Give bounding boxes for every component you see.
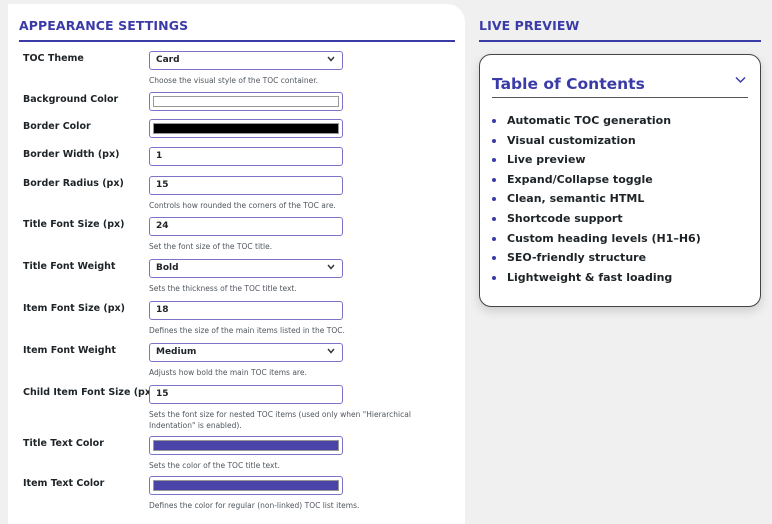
- item-text-color-color-picker[interactable]: [149, 476, 343, 495]
- border-color-color-picker[interactable]: [149, 119, 343, 138]
- bullet-icon: [492, 275, 496, 280]
- chevron-down-icon: [327, 52, 335, 69]
- item-font-weight-select[interactable]: Medium: [149, 343, 343, 362]
- color-swatch: [153, 440, 339, 451]
- toc-item-label: Custom heading levels (H1–H6): [507, 231, 701, 245]
- color-swatch: [153, 123, 339, 134]
- title-font-weight-select[interactable]: Bold: [149, 259, 343, 278]
- preview-divider: [479, 40, 761, 42]
- title-font-size-px-label: Title Font Size (px): [23, 219, 125, 230]
- bullet-icon: [492, 138, 496, 143]
- toc-theme-select[interactable]: Card: [149, 51, 343, 70]
- selected-value: Medium: [156, 347, 197, 357]
- border-radius-px-label: Border Radius (px): [23, 178, 124, 189]
- live-preview-title: LIVE PREVIEW: [479, 18, 580, 33]
- bullet-icon: [492, 177, 496, 182]
- title-font-weight-description: Sets the thickness of the TOC title text…: [149, 284, 297, 293]
- toc-item[interactable]: Custom heading levels (H1–H6): [492, 229, 701, 249]
- border-radius-px-input[interactable]: 15: [149, 176, 343, 195]
- toc-item-label: Expand/Collapse toggle: [507, 172, 653, 186]
- item-font-weight-description: Adjusts how bold the main TOC items are.: [149, 368, 307, 377]
- toc-theme-label: TOC Theme: [23, 53, 84, 64]
- title-font-size-px-input[interactable]: 24: [149, 217, 343, 236]
- child-item-font-size-px-label: Child Item Font Size (px): [23, 387, 156, 398]
- child-item-font-size-px-description: Sets the font size for nested TOC items …: [149, 410, 411, 430]
- chevron-down-icon: [327, 344, 335, 361]
- background-color-label: Background Color: [23, 94, 119, 105]
- toc-item[interactable]: Live preview: [492, 150, 701, 170]
- toc-item[interactable]: Automatic TOC generation: [492, 111, 701, 131]
- toc-item[interactable]: Lightweight & fast loading: [492, 268, 701, 288]
- item-font-weight-label: Item Font Weight: [23, 345, 116, 356]
- border-radius-px-description: Controls how rounded the corners of the …: [149, 201, 336, 210]
- toc-item[interactable]: SEO-friendly structure: [492, 248, 701, 268]
- border-width-px-label: Border Width (px): [23, 149, 120, 160]
- title-font-size-px-description: Set the font size of the TOC title.: [149, 242, 273, 251]
- toc-title-divider: [492, 97, 748, 98]
- toc-item[interactable]: Visual customization: [492, 131, 701, 151]
- title-text-color-description: Sets the color of the TOC title text.: [149, 461, 280, 470]
- selected-value: Bold: [156, 263, 179, 273]
- item-text-color-description: Defines the color for regular (non-linke…: [149, 501, 360, 510]
- color-swatch: [153, 96, 339, 107]
- toc-preview-card: Table of Contents Automatic TOC generati…: [479, 54, 761, 307]
- border-width-px-input[interactable]: 1: [149, 147, 343, 166]
- appearance-settings-title: APPEARANCE SETTINGS: [19, 18, 189, 33]
- chevron-down-icon: [327, 260, 335, 277]
- toc-item-label: Clean, semantic HTML: [507, 192, 645, 206]
- section-divider: [19, 40, 455, 42]
- appearance-settings-panel: APPEARANCE SETTINGS TOC Theme Card Choose …: [8, 4, 465, 524]
- toc-item-label: Live preview: [507, 153, 586, 167]
- item-font-size-px-input[interactable]: 18: [149, 301, 343, 320]
- toc-item[interactable]: Shortcode support: [492, 209, 701, 229]
- bullet-icon: [492, 236, 496, 241]
- toc-title: Table of Contents: [492, 75, 645, 93]
- item-font-size-px-label: Item Font Size (px): [23, 303, 125, 314]
- toc-item-label: Automatic TOC generation: [507, 114, 672, 127]
- toc-list: Automatic TOC generation Visual customiza…: [492, 111, 701, 287]
- selected-value: Card: [156, 55, 180, 65]
- item-font-size-px-description: Defines the size of the main items liste…: [149, 326, 345, 335]
- background-color-color-picker[interactable]: [149, 92, 343, 111]
- title-font-weight-label: Title Font Weight: [23, 261, 116, 272]
- title-text-color-label: Title Text Color: [23, 438, 104, 449]
- item-text-color-label: Item Text Color: [23, 478, 105, 489]
- toc-theme-description: Choose the visual style of the TOC conta…: [149, 76, 319, 85]
- chevron-down-icon[interactable]: [735, 73, 746, 88]
- toc-item-label: Visual customization: [507, 133, 636, 147]
- title-text-color-color-picker[interactable]: [149, 436, 343, 455]
- bullet-icon: [492, 256, 496, 261]
- toc-item-label: SEO-friendly structure: [507, 251, 647, 265]
- bullet-icon: [492, 216, 496, 221]
- bullet-icon: [492, 158, 496, 163]
- toc-item-label: Shortcode support: [507, 211, 623, 225]
- child-item-font-size-px-input[interactable]: 15: [149, 385, 343, 404]
- toc-item[interactable]: Expand/Collapse toggle: [492, 170, 701, 190]
- toc-item[interactable]: Clean, semantic HTML: [492, 189, 701, 209]
- bullet-icon: [492, 119, 496, 123]
- color-swatch: [153, 480, 339, 491]
- toc-item-label: Lightweight & fast loading: [507, 270, 673, 284]
- border-color-label: Border Color: [23, 121, 91, 132]
- bullet-icon: [492, 197, 496, 202]
